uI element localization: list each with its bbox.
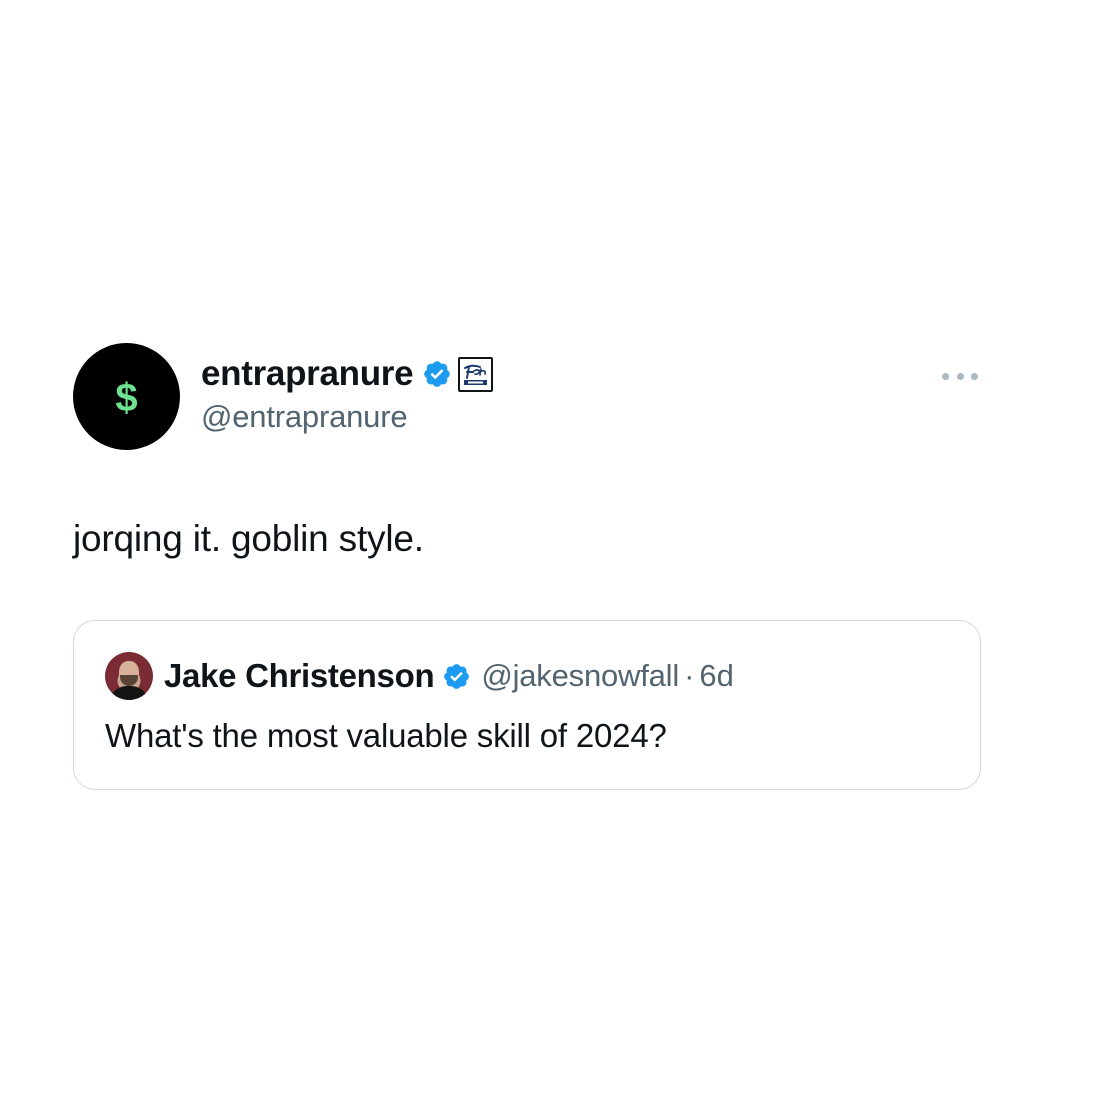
quoted-tweet-header: Jake Christenson @jakesnowfall · 6d	[105, 652, 734, 700]
display-name[interactable]: entrapranure	[201, 354, 414, 394]
dollar-sign-icon: $	[115, 375, 138, 420]
quoted-tweet[interactable]: Jake Christenson @jakesnowfall · 6d What…	[73, 620, 981, 790]
more-dot	[942, 372, 949, 380]
more-options-icon[interactable]	[942, 371, 978, 381]
avatar-shirt	[109, 686, 149, 700]
tweet-header: $ entrapranure @entrapranure	[73, 343, 983, 451]
verified-badge-icon[interactable]	[422, 359, 452, 389]
user-handle[interactable]: @entrapranure	[201, 399, 493, 435]
avatar[interactable]	[105, 652, 153, 700]
verified-badge-icon	[444, 663, 470, 689]
more-dot	[956, 372, 964, 380]
affiliate-logo-icon[interactable]	[458, 356, 494, 392]
avatar-beard	[120, 675, 138, 686]
quoted-timestamp[interactable]: 6d	[699, 658, 733, 694]
quoted-handle[interactable]: @jakesnowfall	[481, 658, 679, 694]
avatar[interactable]: $	[73, 343, 180, 450]
tweet-text: jorqing it. goblin style.	[73, 518, 424, 559]
separator: ·	[684, 658, 695, 693]
quoted-tweet-text: What's the most valuable skill of 2024?	[105, 717, 667, 754]
user-names: entrapranure @entrapranure	[201, 353, 494, 435]
more-dot	[971, 372, 978, 380]
name-row: entrapranure	[201, 353, 494, 395]
quoted-display-name[interactable]: Jake Christenson	[164, 657, 435, 695]
tweet: $ entrapranure @entrapranure jorqing it.…	[73, 343, 983, 790]
